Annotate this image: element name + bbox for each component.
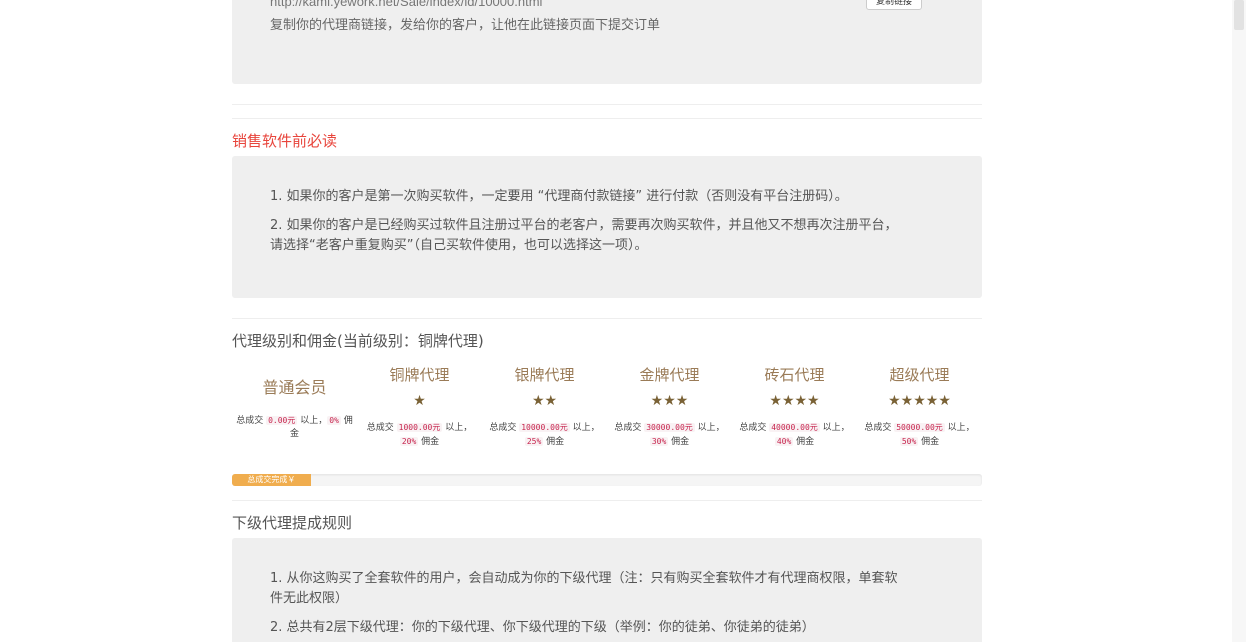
level-item: 普通会员 总成交 0.00元 以上， 0% 佣金 [232,364,357,441]
agent-link-box: http://kami.yework.net/Sale/index/id/100… [232,0,982,84]
agent-link-description: 复制你的代理商链接，发给你的客户，让他在此链接页面下提交订单 [270,18,661,33]
level-name: 普通会员 [262,378,327,397]
level-description: 总成交 10000.00元 以上，25% 佣金 [489,423,600,447]
level-item: 金牌代理 ★★★ 总成交 30000.00元 以上，30% 佣金 [607,364,732,449]
level-item: 铜牌代理 ★ 总成交 1000.00元 以上，20% 佣金 [357,364,482,449]
level-item: 超级代理 ★★★★★ 总成交 50000.00元 以上，50% 佣金 [857,364,982,449]
copy-link-button[interactable]: 复制链接 [866,0,922,10]
level-name: 银牌代理 [514,366,575,384]
star-icon: ★ [413,393,426,409]
page-scrollbar[interactable] [1232,0,1246,642]
notice-line: 2. 如果你的客户是已经购买过软件且注册过平台的老客户，需要再次购买软件，并且他… [270,218,898,233]
level-item: 砖石代理 ★★★★ 总成交 40000.00元 以上，40% 佣金 [732,364,857,449]
notice-line: 1. 如果你的客户是第一次购买软件，一定要用 “代理商付款链接” 进行付款（否则… [270,189,848,204]
star-icon: ★★★★ [769,393,820,409]
level-description: 总成交 30000.00元 以上，30% 佣金 [614,423,725,447]
star-icon: ★★ [531,393,558,409]
star-icon: ★★★ [650,393,689,409]
scrollbar-thumb[interactable] [1234,0,1244,30]
level-description: 总成交 0.00元 以上， 0% 佣金 [236,416,353,439]
sub-rules-title: 下级代理提成规则 [232,514,353,532]
sub-rule-line: 1. 从你这购买了全套软件的用户，会自动成为你的下级代理（注：只有购买全套软件才… [270,571,898,586]
divider [232,500,982,501]
sales-progress: 总成交完成￥ [232,474,982,486]
divider [232,118,982,119]
notice-title: 销售软件前必读 [232,132,338,150]
level-name: 铜牌代理 [389,366,450,384]
level-item: 银牌代理 ★★ 总成交 10000.00元 以上，25% 佣金 [482,364,607,449]
levels-list: 普通会员 总成交 0.00元 以上， 0% 佣金 铜牌代理 ★ 总成交 1000.… [232,364,982,464]
star-icon: ★★★★★ [888,393,951,409]
notice-line: 请选择“老客户重复购买”（自己买软件使用，也可以选择这一项）。 [270,238,648,253]
level-description: 总成交 40000.00元 以上，40% 佣金 [739,423,850,447]
sub-rules-box: 1. 从你这购买了全套软件的用户，会自动成为你的下级代理（注：只有购买全套软件才… [232,538,982,642]
sales-progress-bar: 总成交完成￥ [232,474,311,486]
agent-link-url[interactable]: http://kami.yework.net/Sale/index/id/100… [270,0,542,9]
level-description: 总成交 1000.00元 以上，20% 佣金 [366,423,473,447]
notice-box: 1. 如果你的客户是第一次购买软件，一定要用 “代理商付款链接” 进行付款（否则… [232,156,982,298]
sub-rule-line: 2. 总共有2层下级代理：你的下级代理、你下级代理的下级（举例：你的徒弟、你徒弟… [270,620,815,635]
levels-title: 代理级别和佣金(当前级别：铜牌代理) [232,332,484,350]
divider [232,318,982,319]
divider [232,104,982,105]
level-name: 金牌代理 [639,366,700,384]
level-name: 超级代理 [889,366,950,384]
level-description: 总成交 50000.00元 以上，50% 佣金 [864,423,975,447]
level-name: 砖石代理 [764,366,825,384]
sub-rule-line: 件无此权限） [270,591,349,606]
